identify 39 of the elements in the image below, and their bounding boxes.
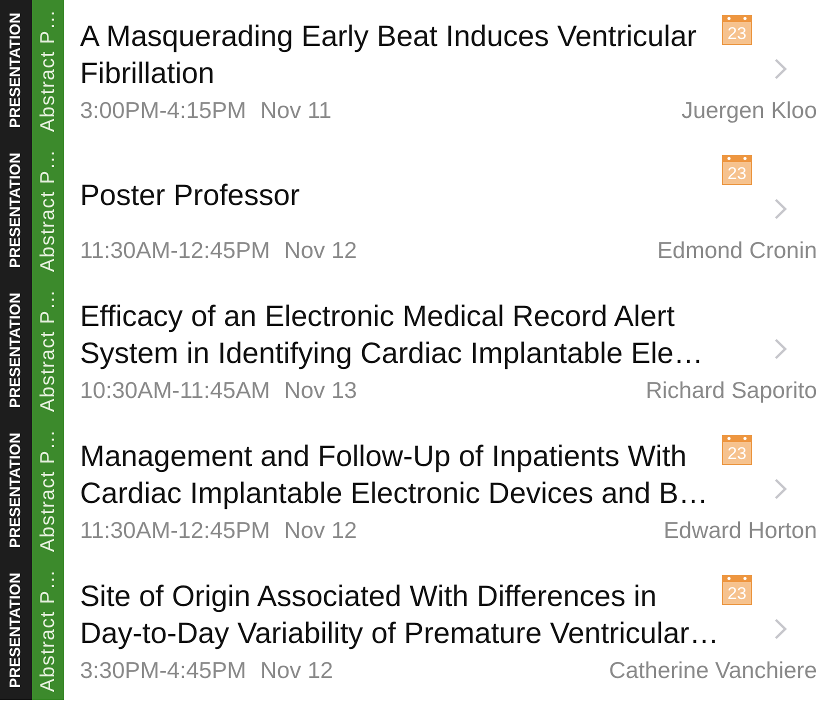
speaker-name: Edmond Cronin bbox=[657, 237, 817, 263]
speaker-name: Juergen Kloo bbox=[681, 97, 817, 123]
session-type-tag: PRESENTATION bbox=[0, 140, 32, 280]
chevron-right-icon bbox=[774, 618, 787, 640]
chevron-right-icon bbox=[774, 478, 787, 500]
session-type-tag: PRESENTATION bbox=[0, 280, 32, 420]
session-type-tag: PRESENTATION bbox=[0, 0, 32, 140]
chevron-right-icon bbox=[774, 198, 787, 220]
session-time: 3:30PM-4:45PM bbox=[80, 657, 246, 683]
session-date: Nov 12 bbox=[260, 657, 334, 683]
session-date: Nov 12 bbox=[284, 237, 357, 263]
speaker-name: Edward Horton bbox=[664, 517, 817, 543]
calendar-button[interactable]: 23 bbox=[722, 155, 752, 185]
session-title: Poster Professor bbox=[80, 178, 300, 214]
category-tag: Abstract P… bbox=[32, 0, 64, 140]
calendar-button[interactable]: 23 bbox=[722, 435, 752, 465]
calendar-button[interactable]: 23 bbox=[722, 575, 752, 605]
session-title: Management and Follow-Up of Inpatients With Cardiac Implantable Electronic Devices and B… bbox=[80, 439, 708, 512]
session-time: 3:00PM-4:15PM bbox=[80, 97, 246, 123]
speaker-name: Catherine Vanchiere bbox=[609, 657, 817, 683]
category-tag: Abstract P… bbox=[32, 280, 64, 420]
session-time: 10:30AM-11:45AM bbox=[80, 377, 270, 403]
session-date: Nov 13 bbox=[284, 377, 357, 403]
category-tag: Abstract P… bbox=[32, 420, 64, 560]
session-date: Nov 12 bbox=[284, 517, 357, 543]
session-date: Nov 11 bbox=[260, 97, 332, 123]
chevron-right-icon bbox=[774, 338, 787, 360]
session-type-tag: PRESENTATION bbox=[0, 420, 32, 560]
category-tag: Abstract P… bbox=[32, 560, 64, 700]
session-title: Site of Origin Associated With Differences in Day-to-Day Variability of Premature Ventricular… bbox=[80, 579, 719, 652]
speaker-name: Richard Saporito bbox=[646, 377, 817, 403]
session-time: 11:30AM-12:45PM bbox=[80, 237, 270, 263]
session-title: A Masquerading Early Beat Induces Ventricular Fibrillation bbox=[80, 19, 697, 92]
session-title: Efficacy of an Electronic Medical Record Alert System in Identifying Cardiac Implantable Ele… bbox=[80, 299, 704, 372]
calendar-button[interactable]: 23 bbox=[722, 15, 752, 45]
session-type-tag: PRESENTATION bbox=[0, 560, 32, 700]
session-time: 11:30AM-12:45PM bbox=[80, 517, 270, 543]
chevron-right-icon bbox=[774, 58, 787, 80]
category-tag: Abstract P… bbox=[32, 140, 64, 280]
